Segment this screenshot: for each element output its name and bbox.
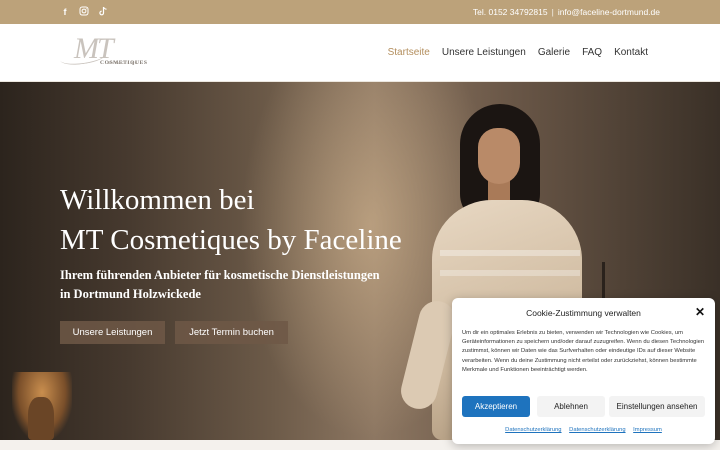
social-links: f: [60, 6, 108, 18]
privacy-link[interactable]: Datenschutzerklärung: [505, 427, 561, 433]
cookie-links: Datenschutzerklärung Datenschutzerklärun…: [452, 426, 715, 434]
phone-link[interactable]: Tel. 0152 34792815: [473, 7, 548, 17]
main-nav: Startseite Unsere Leistungen Galerie FAQ…: [388, 46, 648, 60]
contact-separator: |: [551, 7, 554, 17]
settings-button[interactable]: Einstellungen ansehen: [609, 396, 705, 417]
hero-title-line1: Willkommen bei: [60, 184, 255, 216]
cookie-text: Um dir ein optimales Erlebnis zu bieten,…: [462, 330, 705, 373]
logo-tagline: BY FACELINE: [108, 61, 138, 65]
book-appointment-button[interactable]: Jetzt Termin buchen: [175, 321, 288, 344]
facebook-icon[interactable]: f: [60, 6, 70, 18]
hero-title-line2: MT Cosmetiques by Faceline: [60, 224, 402, 256]
contact-info: Tel. 0152 34792815 | info@faceline-dortmun…: [473, 6, 660, 18]
logo[interactable]: MT COSMETIQUES BY FACELINE: [59, 32, 147, 74]
cookie-consent-dialog: Cookie-Zustimmung verwalten ✕ Um dir ein…: [452, 298, 715, 444]
top-bar: f Tel. 0152 34792815 | info@faceline-dortm…: [0, 0, 720, 24]
cookie-title: Cookie-Zustimmung verwalten: [526, 308, 641, 318]
nav-item-kontakt[interactable]: Kontakt: [614, 46, 648, 60]
close-icon[interactable]: ✕: [695, 306, 705, 318]
nav-item-startseite[interactable]: Startseite: [388, 46, 430, 60]
hero-lamp: [28, 397, 54, 440]
hero-subtitle-line1: Ihrem führenden Anbieter für kosmetische…: [60, 268, 380, 282]
services-button[interactable]: Unsere Leistungen: [60, 321, 165, 344]
light-stripe: [440, 270, 580, 276]
accept-button[interactable]: Akzeptieren: [462, 396, 530, 417]
nav-item-galerie[interactable]: Galerie: [538, 46, 570, 60]
instagram-icon[interactable]: [79, 6, 89, 18]
imprint-link[interactable]: Impressum: [633, 427, 662, 433]
site-header: MT COSMETIQUES BY FACELINE Startseite Un…: [0, 24, 720, 82]
deny-button[interactable]: Ablehnen: [537, 396, 605, 417]
nav-item-leistungen[interactable]: Unsere Leistungen: [442, 46, 526, 60]
nav-item-faq[interactable]: FAQ: [582, 46, 602, 60]
privacy-link-2[interactable]: Datenschutzerklärung: [569, 427, 625, 433]
light-stripe: [440, 250, 580, 256]
hero-subtitle-line2: in Dortmund Holzwickede: [60, 287, 201, 301]
tiktok-icon[interactable]: [98, 6, 108, 18]
hero-heading: Willkommen bei MT Cosmetiques by Facelin…: [60, 180, 402, 260]
hero-subtitle: Ihrem führenden Anbieter für kosmetische…: [60, 266, 380, 304]
email-link[interactable]: info@faceline-dortmund.de: [558, 7, 660, 17]
model-face: [478, 128, 520, 184]
